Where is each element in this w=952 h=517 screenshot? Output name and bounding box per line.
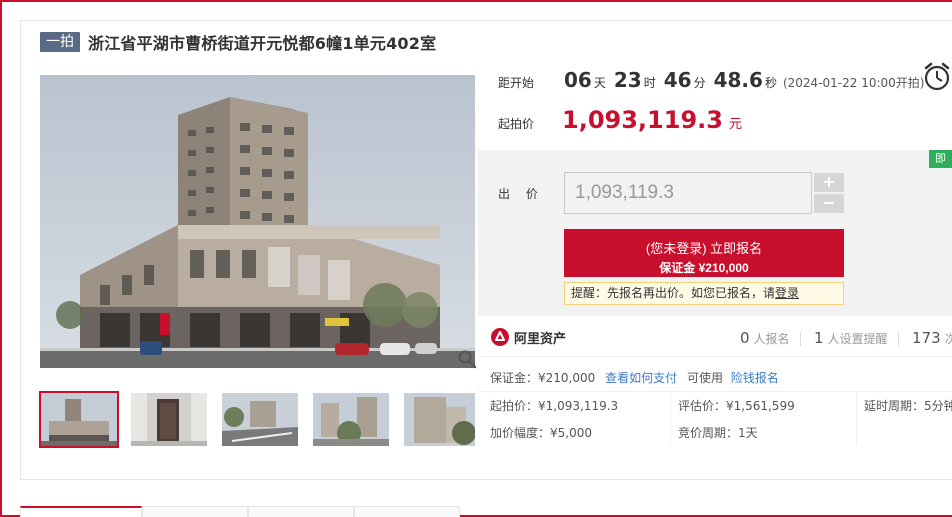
registered-stat: 0 人报名 <box>740 329 790 347</box>
detail-start-price: 起拍价：¥1,093,119.3 <box>490 399 619 413</box>
reminder-label: 人设置提醒 <box>827 332 888 346</box>
views-label: 次 <box>944 332 952 346</box>
reminder-count: 1 <box>814 329 824 347</box>
countdown-minutes-unit: 分 <box>693 76 706 90</box>
countdown-seconds: 48.6 <box>713 68 763 92</box>
details-divider <box>478 391 952 392</box>
detail-delay-period: 延时周期：5分钟 <box>864 399 952 413</box>
insurance-register-link[interactable]: 险钱报名 <box>731 371 779 385</box>
detail-appraisal-price: 评估价：¥1,561,599 <box>678 399 795 413</box>
countdown-days: 06 <box>564 68 592 92</box>
ali-assets-logo-icon <box>491 328 509 346</box>
reminder-stat: 1 人设置提醒 <box>814 329 888 347</box>
column-divider <box>856 391 857 446</box>
thumbnail-complex-photo <box>313 393 389 446</box>
platform-row: 阿里资产 0 人报名 1 人设置提醒 173 次 <box>478 318 952 356</box>
register-button[interactable]: (您未登录) 立即报名 保证金 ¥210,000 <box>564 229 844 277</box>
how-to-pay-link[interactable]: 查看如何支付 <box>605 371 677 385</box>
views-count: 173 <box>912 329 941 347</box>
register-deposit-label: 保证金 ¥210,000 <box>659 260 749 275</box>
countdown-hours: 23 <box>613 68 642 92</box>
page-title: 浙江省平湖市曹桥街道开元悦都6幢1单元402室 <box>88 34 437 53</box>
increase-bid-button[interactable]: + <box>814 173 844 192</box>
countdown-label: 距开始 <box>498 76 535 90</box>
section-divider <box>478 356 952 357</box>
bottom-tab-3[interactable] <box>248 506 354 517</box>
login-link[interactable]: 登录 <box>775 286 799 300</box>
bottom-tab-2[interactable] <box>142 506 248 517</box>
thumbnail-2[interactable] <box>131 393 207 446</box>
countdown-seconds-unit: 秒 <box>764 76 777 90</box>
bottom-tab-1[interactable] <box>20 506 142 517</box>
reminder-text: 提醒：先报名再出价。如您已报名，请 <box>571 286 776 300</box>
column-divider <box>670 391 671 446</box>
start-price-value: 1,093,119.3 <box>562 106 723 134</box>
building-photo-illustration <box>40 75 475 368</box>
deposit-amount: 保证金：¥210,000 <box>490 371 596 385</box>
thumbnail-3[interactable] <box>222 393 298 446</box>
registered-label: 人报名 <box>753 332 790 346</box>
decrease-bid-button[interactable]: − <box>814 194 844 213</box>
deposit-info: 保证金：¥210,000 查看如何支付 可使用 险钱报名 <box>490 369 779 386</box>
main-property-photo[interactable] <box>40 75 475 368</box>
auction-start-time: (2024-01-22 10:00开拍) <box>782 76 925 90</box>
thumbnail-street-photo <box>222 393 298 446</box>
detail-bid-period: 竞价周期：1天 <box>678 426 758 440</box>
views-stat: 173 次 <box>912 329 952 347</box>
available-label: 可使用 <box>686 371 723 385</box>
detail-increment: 加价幅度：¥5,000 <box>490 426 592 440</box>
zoom-icon[interactable] <box>457 349 477 369</box>
title-row: 一拍 浙江省平湖市曹桥街道开元悦都6幢1单元402室 <box>40 31 436 53</box>
start-price-label: 起拍价 <box>498 117 535 131</box>
countdown-row: 距开始 06 天 23 时 46 分 48.6 秒 (2024-01-22 10… <box>498 68 924 94</box>
bid-amount-input[interactable] <box>564 172 812 214</box>
thumbnail-4[interactable] <box>313 393 389 446</box>
bottom-tab-bar <box>20 506 952 517</box>
thumbnail-5[interactable] <box>404 393 475 446</box>
alarm-clock-icon[interactable] <box>922 60 952 92</box>
ali-assets-logo[interactable]: 阿里资产 <box>490 327 566 347</box>
registered-count: 0 <box>740 329 750 347</box>
login-reminder: 提醒：先报名再出价。如您已报名，请登录 <box>564 282 844 305</box>
start-price-unit: 元 <box>728 117 742 132</box>
register-button-label: (您未登录) 立即报名 <box>645 240 763 256</box>
start-price-row: 起拍价 1,093,119.3 元 <box>498 106 742 134</box>
countdown-days-unit: 天 <box>593 76 606 90</box>
stat-divider <box>898 332 899 346</box>
bid-label: 出 价 <box>498 187 544 201</box>
platform-name: 阿里资产 <box>514 331 567 347</box>
countdown-minutes: 46 <box>663 68 692 92</box>
thumbnail-door-photo <box>131 393 207 446</box>
bottom-tab-4[interactable] <box>354 506 460 517</box>
countdown-hours-unit: 时 <box>643 76 656 90</box>
thumbnail-1[interactable] <box>39 391 119 448</box>
round-badge: 一拍 <box>40 32 80 52</box>
thumbnail-tower-photo <box>404 393 475 446</box>
thumbnail-building-photo <box>41 393 117 446</box>
side-tag[interactable]: 即 <box>929 150 952 168</box>
stat-divider <box>800 332 801 346</box>
